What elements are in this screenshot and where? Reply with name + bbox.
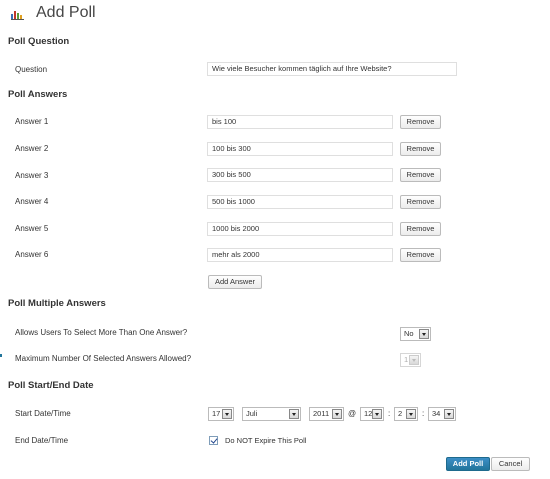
remove-answer-button[interactable]: Remove bbox=[400, 168, 441, 182]
remove-answer-button[interactable]: Remove bbox=[400, 142, 441, 156]
remove-answer-button[interactable]: Remove bbox=[400, 115, 441, 129]
poll-chart-icon bbox=[11, 10, 25, 20]
add-poll-button[interactable]: Add Poll bbox=[446, 457, 490, 471]
answer-input[interactable]: bis 100 bbox=[207, 115, 393, 129]
start-hour-select[interactable]: 12 bbox=[360, 407, 384, 421]
start-minute-select[interactable]: 2 bbox=[394, 407, 418, 421]
start-year-value: 2011 bbox=[313, 409, 330, 418]
start-month-value: Juli bbox=[246, 409, 258, 418]
answer-label: Answer 1 bbox=[15, 117, 49, 126]
start-minute-value: 2 bbox=[398, 409, 403, 418]
answer-input[interactable]: 500 bis 1000 bbox=[207, 195, 393, 209]
max-answers-value: 1 bbox=[404, 355, 409, 364]
no-expire-label: Do NOT Expire This Poll bbox=[225, 436, 307, 445]
chevron-down-icon bbox=[289, 409, 299, 419]
answer-input[interactable]: 100 bis 300 bbox=[207, 142, 393, 156]
chevron-down-icon bbox=[372, 409, 382, 419]
chevron-down-icon bbox=[332, 409, 342, 419]
add-answer-button[interactable]: Add Answer bbox=[208, 275, 262, 289]
section-heading-date: Poll Start/End Date bbox=[8, 380, 94, 391]
remove-answer-button[interactable]: Remove bbox=[400, 248, 441, 262]
edge-marker bbox=[0, 354, 2, 357]
chevron-down-icon bbox=[419, 329, 429, 339]
remove-answer-button[interactable]: Remove bbox=[400, 222, 441, 236]
time-separator: : bbox=[388, 409, 391, 418]
allow-multiple-value: No bbox=[404, 329, 414, 338]
question-input[interactable]: Wie viele Besucher kommen täglich auf Ih… bbox=[207, 62, 457, 76]
time-separator: : bbox=[422, 409, 425, 418]
answer-label: Answer 2 bbox=[15, 144, 49, 153]
allow-multiple-label: Allows Users To Select More Than One Ans… bbox=[15, 328, 188, 337]
max-answers-select: 1 bbox=[400, 353, 421, 367]
section-heading-multiple: Poll Multiple Answers bbox=[8, 298, 106, 309]
allow-multiple-select[interactable]: No bbox=[400, 327, 431, 341]
start-month-select[interactable]: Juli bbox=[242, 407, 301, 421]
start-second-value: 34 bbox=[432, 409, 441, 418]
start-day-value: 17 bbox=[212, 409, 221, 418]
answer-label: Answer 4 bbox=[15, 197, 49, 206]
start-second-select[interactable]: 34 bbox=[428, 407, 456, 421]
section-heading-answers: Poll Answers bbox=[8, 89, 68, 100]
question-label: Question bbox=[15, 65, 48, 74]
chevron-down-icon bbox=[444, 409, 454, 419]
chevron-down-icon bbox=[222, 409, 232, 419]
end-date-label: End Date/Time bbox=[15, 436, 69, 445]
no-expire-checkbox[interactable] bbox=[209, 436, 218, 445]
answer-label: Answer 3 bbox=[15, 171, 49, 180]
answer-input[interactable]: 300 bis 500 bbox=[207, 168, 393, 182]
start-year-select[interactable]: 2011 bbox=[309, 407, 344, 421]
start-day-select[interactable]: 17 bbox=[208, 407, 234, 421]
chevron-down-icon bbox=[406, 409, 416, 419]
cancel-button[interactable]: Cancel bbox=[491, 457, 530, 471]
answer-label: Answer 5 bbox=[15, 224, 49, 233]
answer-label: Answer 6 bbox=[15, 250, 49, 259]
answer-input[interactable]: 1000 bis 2000 bbox=[207, 222, 393, 236]
remove-answer-button[interactable]: Remove bbox=[400, 195, 441, 209]
at-separator: @ bbox=[348, 409, 357, 418]
page-title: Add Poll bbox=[36, 4, 96, 21]
start-date-label: Start Date/Time bbox=[15, 409, 71, 418]
answer-input[interactable]: mehr als 2000 bbox=[207, 248, 393, 262]
chevron-down-icon bbox=[409, 355, 419, 365]
max-answers-label: Maximum Number Of Selected Answers Allow… bbox=[15, 354, 192, 363]
section-heading-question: Poll Question bbox=[8, 36, 70, 47]
